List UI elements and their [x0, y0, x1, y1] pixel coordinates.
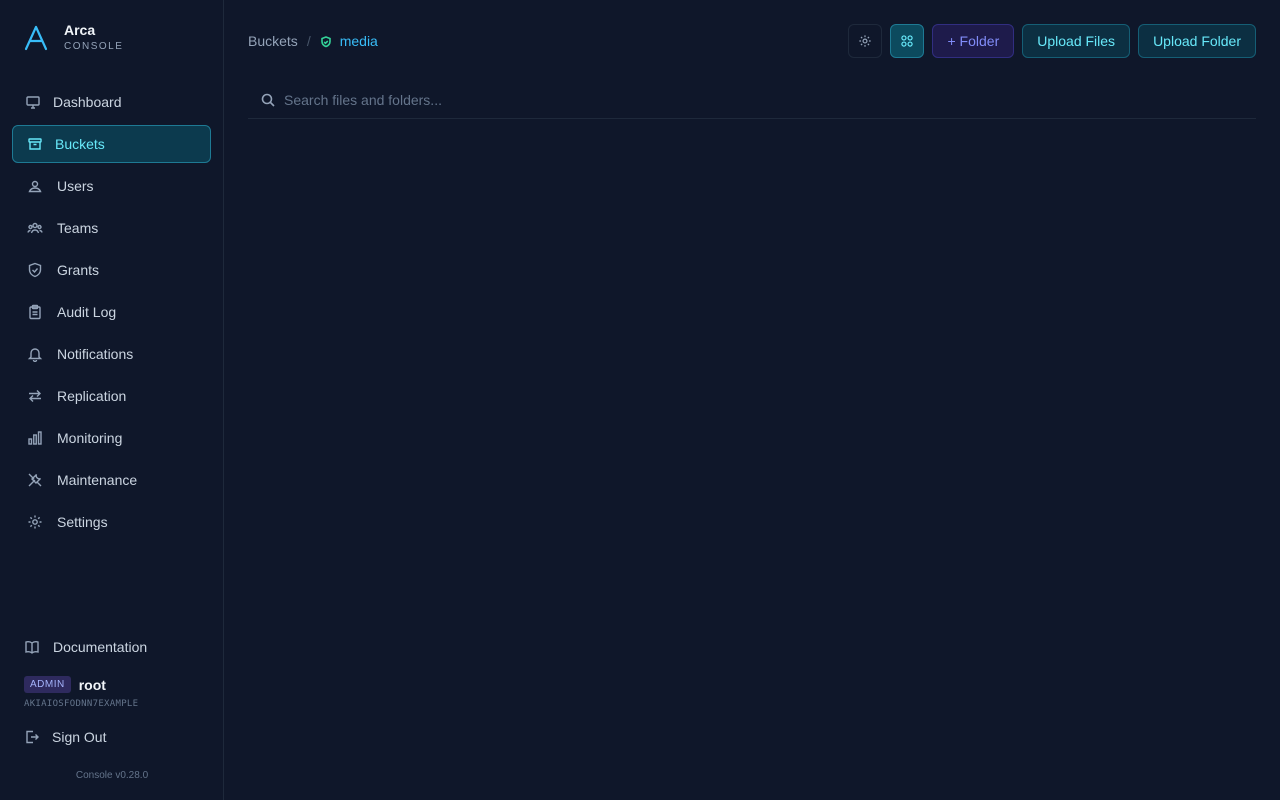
team-icon: [27, 220, 43, 236]
sidebar-item-label: Settings: [57, 514, 108, 530]
bucket-settings-button[interactable]: [848, 24, 883, 58]
documentation-label: Documentation: [53, 639, 148, 655]
sidebar-item-label: Buckets: [55, 136, 105, 152]
toolbar: + Folder Upload Files Upload Folder: [848, 24, 1256, 58]
logout-icon: [24, 729, 40, 745]
search-icon: [261, 93, 275, 107]
breadcrumb: Buckets / media: [248, 32, 378, 50]
sidebar-item-buckets[interactable]: Buckets: [12, 125, 211, 163]
shield-check-icon: [27, 262, 43, 278]
upload-folder-button[interactable]: Upload Folder: [1138, 24, 1256, 58]
breadcrumb-separator: /: [306, 33, 311, 49]
arca-logo-icon: [24, 25, 48, 51]
monitor-icon: [25, 94, 41, 110]
sidebar-item-notifications[interactable]: Notifications: [12, 335, 211, 373]
new-folder-button[interactable]: + Folder: [932, 24, 1015, 58]
sidebar-item-label: Monitoring: [57, 430, 123, 446]
search-bar: [248, 82, 1256, 119]
main-content: Buckets / media + Folder Upload Files Up…: [224, 0, 1280, 800]
sidebar-item-label: Notifications: [57, 346, 134, 362]
version-label: Console v0.28.0: [75, 770, 149, 781]
sidebar-item-grants[interactable]: Grants: [12, 251, 211, 289]
sidebar-item-teams[interactable]: Teams: [12, 209, 211, 247]
sidebar-item-audit-log[interactable]: Audit Log: [12, 293, 211, 331]
sidebar-item-replication[interactable]: Replication: [12, 377, 211, 415]
sidebar-item-label: Dashboard: [53, 94, 122, 110]
bar-chart-icon: [27, 430, 43, 446]
brand-name: Arca: [64, 22, 96, 38]
sidebar-item-label: Grants: [57, 262, 100, 278]
bell-icon: [27, 346, 43, 362]
user-name: root: [78, 676, 106, 693]
sidebar-item-monitoring[interactable]: Monitoring: [12, 419, 211, 457]
sidebar-item-dashboard[interactable]: Dashboard: [12, 83, 211, 121]
sidebar-item-users[interactable]: Users: [12, 167, 211, 205]
sidebar-item-settings[interactable]: Settings: [12, 503, 211, 541]
breadcrumb-buckets-link[interactable]: Buckets: [248, 33, 298, 49]
access-key: AKIAIOSFODNN7EXAMPLE: [24, 699, 139, 709]
grid-view-button[interactable]: [890, 24, 925, 58]
sidebar-item-label: Replication: [57, 388, 127, 404]
sign-out-button[interactable]: Sign Out: [24, 729, 106, 745]
sidebar-item-maintenance[interactable]: Maintenance: [12, 461, 211, 499]
upload-files-button[interactable]: Upload Files: [1022, 24, 1131, 58]
sidebar-item-label: Users: [57, 178, 94, 194]
breadcrumb-current: media: [339, 33, 378, 49]
search-input[interactable]: [284, 92, 1184, 108]
sidebar-item-label: Audit Log: [57, 304, 117, 320]
tools-icon: [27, 472, 43, 488]
sign-out-label: Sign Out: [52, 729, 107, 745]
gear-icon: [859, 35, 872, 47]
user-info: ADMIN root AKIAIOSFODNN7EXAMPLE: [24, 676, 138, 709]
gear-icon: [27, 514, 43, 530]
book-icon: [24, 639, 40, 655]
shield-check-icon: [320, 35, 332, 48]
sidebar-item-label: Maintenance: [57, 472, 138, 488]
sidebar-item-label: Teams: [57, 220, 99, 236]
clipboard-icon: [27, 304, 43, 320]
brand-subtitle: CONSOLE: [64, 41, 124, 52]
sidebar-nav: Dashboard Buckets Users Teams Grants Aud…: [12, 83, 211, 545]
role-badge: ADMIN: [24, 676, 71, 693]
documentation-link[interactable]: Documentation: [24, 639, 147, 655]
arrows-swap-icon: [27, 388, 43, 404]
grid-icon: [901, 35, 914, 47]
archive-box-icon: [27, 136, 43, 152]
brand[interactable]: Arca CONSOLE: [24, 22, 123, 54]
user-icon: [27, 178, 43, 194]
sidebar: Arca CONSOLE Dashboard Buckets Users Tea…: [0, 0, 224, 800]
